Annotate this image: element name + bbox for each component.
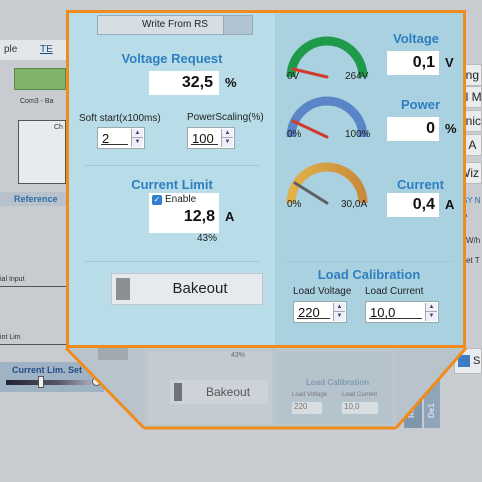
current-limit-percent: 43% <box>197 233 218 244</box>
power-value: 0 <box>387 117 439 141</box>
load-calibration-title: Load Calibration <box>317 267 421 282</box>
voltage-request-unit: % <box>225 75 237 90</box>
current-max: 30,0A <box>341 199 368 210</box>
load-voltage-spinner[interactable]: 220 ▲ ▼ <box>293 301 347 323</box>
power-unit: % <box>445 121 457 136</box>
load-current-spinner[interactable]: 10,0 ▲ ▼ <box>365 301 439 323</box>
current-limit-unit: A <box>225 209 235 224</box>
spinner-arrows[interactable]: ▲ ▼ <box>131 129 143 147</box>
voltage-min: 0V <box>287 71 300 82</box>
voltage-max: 264V <box>345 71 369 82</box>
divider <box>285 261 453 262</box>
enable-label: Enable <box>165 194 197 205</box>
right-column: 0V 264V Voltage 0,1 V 0% 100% Power 0 % … <box>275 13 463 345</box>
voltage-request-title: Voltage Request <box>121 51 223 66</box>
divider <box>85 165 259 166</box>
voltage-unit: V <box>445 55 454 70</box>
bg-load-voltage-input[interactable]: 220 <box>292 402 322 414</box>
load-voltage-label: Load Voltage <box>293 286 352 297</box>
bg-load-current-label: Load Current <box>342 392 378 398</box>
current-title: Current <box>397 177 444 192</box>
power-scaling-spinner[interactable]: 100 ▲ ▼ <box>187 127 235 149</box>
spinner-arrows[interactable]: ▲ ▼ <box>425 303 437 321</box>
write-from-rs-button[interactable]: Write From RS <box>97 15 253 35</box>
spinner-arrows[interactable]: ▲ ▼ <box>221 129 233 147</box>
bg-bakeout-button[interactable]: Bakeout <box>170 380 268 404</box>
bg-bakeout-indicator <box>174 383 182 401</box>
bg-load-calibration: Load Calibration <box>306 378 370 387</box>
power-min: 0% <box>287 129 302 140</box>
load-current-label: Load Current <box>365 286 424 297</box>
soft-start-label: Soft start(x100ms) <box>79 113 161 124</box>
current-value: 0,4 <box>387 193 439 217</box>
current-limit-title: Current Limit <box>131 177 213 192</box>
write-from-rs-tab[interactable] <box>223 15 253 35</box>
voltage-request-value[interactable]: 32,5 <box>149 71 219 95</box>
enable-checkbox[interactable]: ✓ <box>152 195 162 205</box>
power-scaling-label: PowerScaling(%) <box>187 112 264 123</box>
voltage-value: 0,1 <box>387 51 439 75</box>
divider <box>85 261 259 262</box>
current-limit-box[interactable]: ✓ Enable 12,8 <box>149 193 219 233</box>
voltage-title: Voltage <box>393 31 439 46</box>
power-max: 100% <box>345 129 371 140</box>
bg-load-current-input[interactable]: 10,0 <box>342 402 378 414</box>
bakeout-indicator <box>116 278 130 300</box>
current-min: 0% <box>287 199 302 210</box>
bakeout-button[interactable]: Bakeout <box>111 273 263 305</box>
soft-start-spinner[interactable]: 2 ▲ ▼ <box>97 127 145 149</box>
power-title: Power <box>401 97 441 112</box>
bg-bottom-percent: 43% <box>231 352 246 359</box>
zoomed-control-panel: Write From RS Voltage Request 32,5 % Sof… <box>66 10 466 348</box>
spinner-arrows[interactable]: ▲ ▼ <box>333 303 345 321</box>
bg-load-voltage-label: Load Voltage <box>292 392 328 398</box>
current-limit-value: 12,8 <box>183 208 215 225</box>
left-column: Write From RS Voltage Request 32,5 % Sof… <box>69 13 275 345</box>
current-unit: A <box>445 197 455 212</box>
